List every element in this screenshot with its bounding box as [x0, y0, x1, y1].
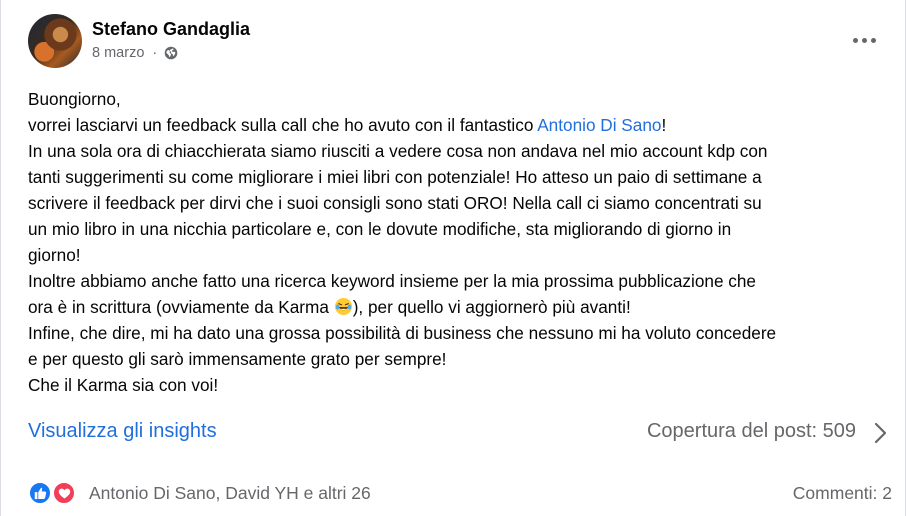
insights-row: Visualizza gli insights Copertura del po… — [28, 418, 888, 448]
reaction-icons[interactable] — [28, 481, 80, 505]
post-line: giorno! — [28, 242, 888, 268]
mention-link[interactable]: Antonio Di Sano — [537, 115, 661, 135]
post-line: Inoltre abbiamo anche fatto una ricerca … — [28, 268, 888, 294]
post-line: tanti suggerimenti su come migliorare i … — [28, 164, 888, 190]
love-icon — [52, 481, 76, 505]
post-text-segment: In una sola ora di chiacchierata siamo r… — [28, 141, 768, 161]
post-text-segment: ! — [661, 115, 667, 135]
post-line: ora è in scrittura (ovviamente da Karma … — [28, 294, 888, 320]
meta-separator: · — [152, 45, 158, 61]
post-line: Infine, che dire, mi ha dato una grossa … — [28, 320, 888, 346]
post-line: un mio libro in una nicchia particolare … — [28, 216, 888, 242]
post-line: e per questo gli sarò immensamente grato… — [28, 346, 888, 372]
post-date[interactable]: 8 marzo — [92, 45, 144, 61]
post-text-segment: vorrei lasciarvi un feedback sulla call … — [28, 115, 538, 135]
post-text-segment: un mio libro in una nicchia particolare … — [28, 219, 732, 239]
reactions-summary[interactable]: Antonio Di Sano, David YH e altri 26 — [89, 483, 371, 504]
globe-icon[interactable] — [164, 46, 178, 60]
post-line: scrivere il feedback per dirvi che i suo… — [28, 190, 888, 216]
post-line: vorrei lasciarvi un feedback sulla call … — [28, 112, 888, 138]
post-text-segment: giorno! — [28, 245, 81, 265]
post-text-segment: ora è in scrittura (ovviamente da Karma — [28, 297, 334, 317]
post-line: Buongiorno, — [28, 86, 888, 112]
post-text-segment: ), per quello vi aggiornerò più avanti! — [352, 297, 631, 317]
comments-count[interactable]: Commenti: 2 — [793, 483, 892, 504]
like-icon — [28, 481, 52, 505]
post-text-segment: tanti suggerimenti su come migliorare i … — [28, 167, 762, 187]
post-line: Che il Karma sia con voi! — [28, 372, 888, 398]
post-text-segment: Inoltre abbiamo anche fatto una ricerca … — [28, 271, 756, 291]
post-header: Stefano Gandaglia 8 marzo · — [28, 14, 888, 70]
post-reach[interactable]: Copertura del post: 509 — [647, 420, 856, 443]
post-card: Stefano Gandaglia 8 marzo · Buongiorno, v… — [0, 0, 906, 516]
post-text-segment: scrivere il feedback per dirvi che i suo… — [28, 193, 762, 213]
post-text-segment: Infine, che dire, mi ha dato una grossa … — [28, 323, 777, 343]
view-insights-link[interactable]: Visualizza gli insights — [28, 420, 217, 443]
author-avatar[interactable] — [28, 14, 82, 68]
post-text: Buongiorno, vorrei lasciarvi un feedback … — [28, 86, 888, 398]
post-line: In una sola ora di chiacchierata siamo r… — [28, 138, 888, 164]
post-text-segment: Buongiorno, — [28, 89, 121, 109]
author-name[interactable]: Stefano Gandaglia — [92, 19, 250, 40]
reactions-row: Antonio Di Sano, David YH e altri 26 Com… — [28, 480, 892, 506]
post-meta: 8 marzo · — [92, 45, 178, 61]
post-text-segment: e per questo gli sarò immensamente grato… — [28, 349, 447, 369]
post-text-segment: Che il Karma sia con voi! — [28, 375, 219, 395]
chevron-right-icon[interactable] — [872, 421, 888, 445]
more-options-icon[interactable] — [846, 28, 882, 52]
laughing-tears-emoji — [334, 297, 352, 316]
